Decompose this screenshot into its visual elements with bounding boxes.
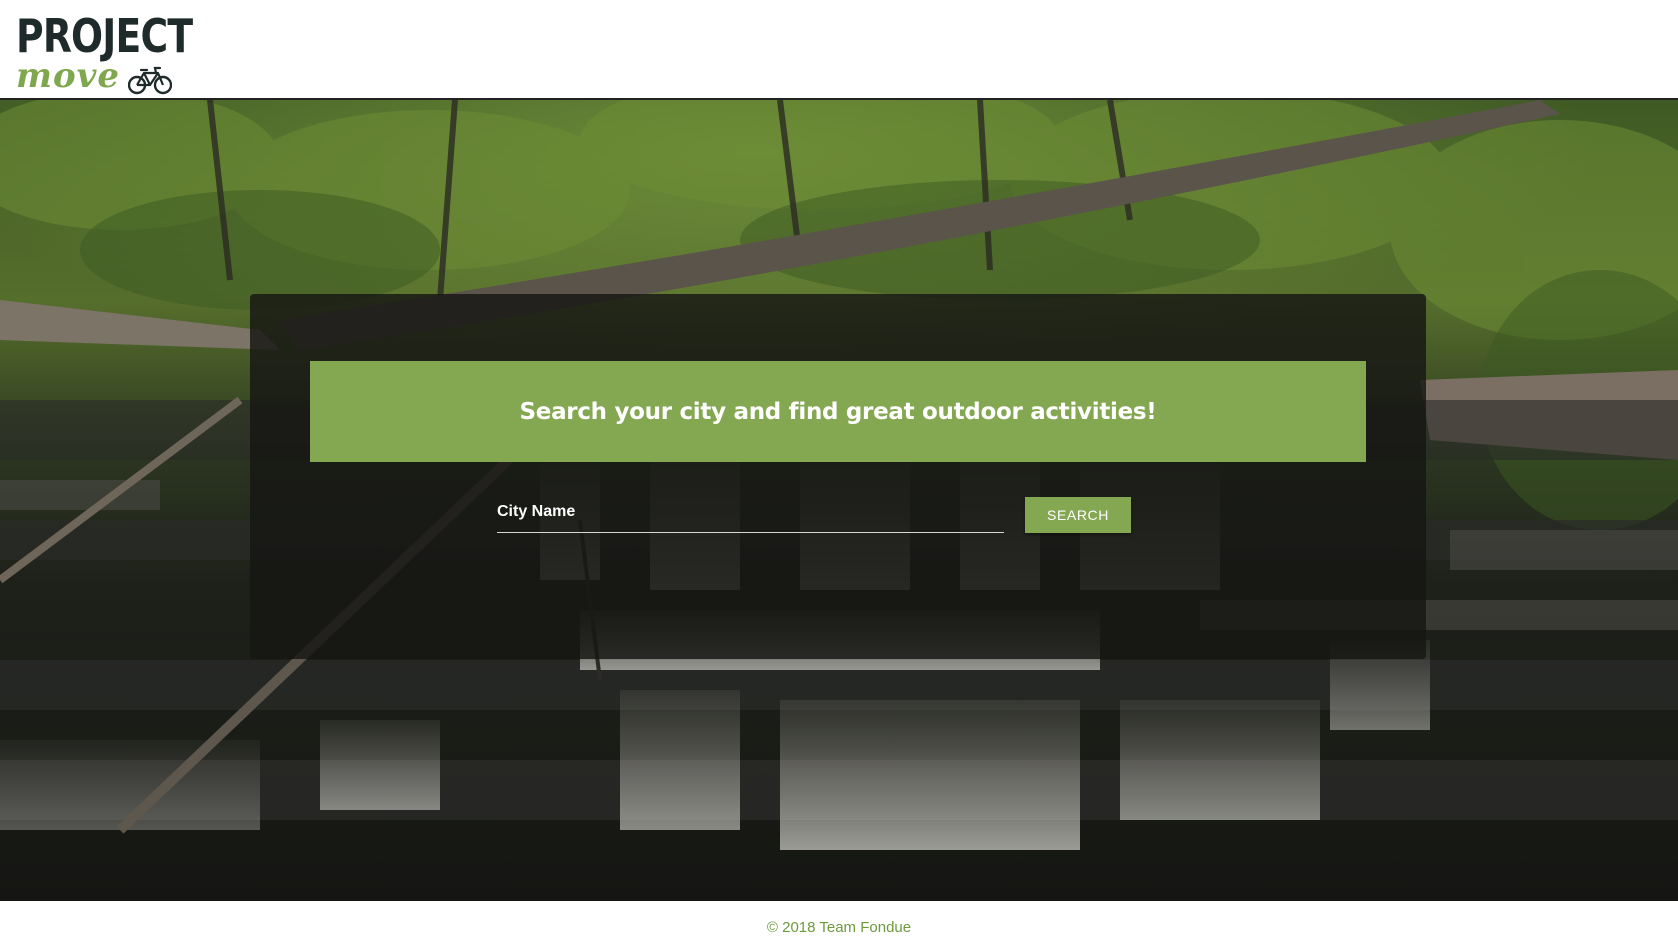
search-panel: Search your city and find great outdoor … — [250, 294, 1426, 659]
logo-wordmark-move: move — [16, 56, 121, 96]
city-name-input[interactable] — [497, 494, 1004, 530]
tagline-text: Search your city and find great outdoor … — [519, 398, 1157, 425]
site-footer: © 2018 Team Fondue — [0, 901, 1678, 952]
city-name-field[interactable] — [497, 494, 1004, 533]
bicycle-icon — [128, 66, 172, 95]
logo[interactable]: PROJECT move — [16, 12, 193, 96]
tagline-banner: Search your city and find great outdoor … — [310, 361, 1366, 462]
copyright-text: © 2018 Team Fondue — [766, 919, 912, 936]
hero-section: Search your city and find great outdoor … — [0, 100, 1678, 901]
logo-wordmark-project: PROJECT — [16, 9, 193, 63]
search-button[interactable]: SEARCH — [1025, 497, 1131, 533]
site-header: PROJECT move — [0, 0, 1678, 100]
